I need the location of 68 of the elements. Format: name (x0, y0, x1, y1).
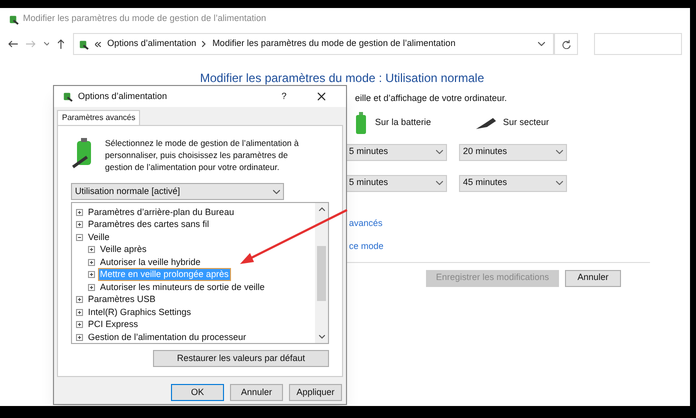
tree-item[interactable]: PCI Express (87, 319, 140, 330)
scroll-down-icon[interactable] (318, 335, 324, 339)
refresh-button[interactable] (554, 33, 578, 55)
tree-item[interactable]: Veille (87, 232, 111, 243)
back-arrow-icon[interactable] (8, 40, 18, 48)
expand-icon[interactable] (76, 208, 83, 216)
window-title: Modifier les paramètres du mode de gestion de l’alimentation (23, 12, 266, 26)
tree-item[interactable]: Autoriser la veille hybride (99, 256, 202, 268)
action-button[interactable]: Annuler (565, 270, 621, 286)
expand-icon[interactable] (76, 296, 83, 304)
column-header: Sur la batterie (375, 116, 432, 129)
page-heading: Modifier les paramètres du mode : Utilisation normale (200, 70, 486, 87)
restore-defaults-button[interactable]: Restaurer les valeurs par défaut (153, 350, 329, 367)
scrollbar-thumb[interactable] (317, 246, 326, 301)
tree-item[interactable]: Autoriser les minuteurs de sortie de veille (99, 282, 266, 293)
chevron-right-icon (202, 41, 206, 47)
minutes-dropdown[interactable]: 20 minutes (459, 144, 567, 160)
expand-icon[interactable] (76, 321, 83, 328)
column-header: Sur secteur (503, 116, 550, 129)
minutes-dropdown[interactable]: 5 minutes (345, 144, 447, 160)
expand-icon[interactable] (76, 334, 83, 341)
expand-icon[interactable] (76, 308, 83, 316)
search-field[interactable] (594, 33, 682, 55)
tree-item[interactable]: Veille après (99, 244, 148, 256)
power-options-icon (8, 14, 19, 24)
expand-icon[interactable] (88, 271, 95, 278)
link[interactable]: avancés (349, 218, 383, 228)
tree-item[interactable]: Paramètres USB (87, 294, 157, 306)
dropdown-caret-icon (556, 181, 563, 185)
dropdown-caret-icon[interactable] (538, 42, 546, 46)
link[interactable]: ce mode (349, 241, 384, 251)
power-options-icon (78, 38, 90, 50)
expand-icon[interactable] (88, 284, 95, 291)
tree-item[interactable]: Paramètres des cartes sans fil (87, 219, 210, 230)
scroll-up-icon[interactable] (318, 207, 324, 211)
breadcrumb[interactable]: Modifier les paramètres du mode de gestion de l’alimentation (212, 37, 532, 51)
dropdown-caret-icon (436, 181, 443, 185)
tab[interactable]: Paramètres avancés (57, 110, 140, 125)
dropdown-caret-icon (273, 190, 280, 194)
breadcrumb[interactable]: Options d’alimentation (107, 37, 196, 51)
dialog-button[interactable]: Annuler (230, 384, 283, 401)
dialog-button[interactable]: Appliquer (289, 384, 342, 401)
expand-icon[interactable] (88, 246, 95, 254)
chevrons-left-icon (95, 42, 102, 46)
dialog-button[interactable]: OK (171, 384, 224, 401)
expand-icon[interactable] (76, 221, 83, 228)
tree-item[interactable]: Gestion de l’alimentation du processeur (87, 332, 248, 343)
minutes-dropdown[interactable]: 5 minutes (345, 174, 447, 192)
expand-icon[interactable] (88, 258, 95, 266)
refresh-icon (562, 40, 571, 48)
collapse-icon[interactable] (76, 234, 83, 241)
dropdown-caret-icon (436, 150, 443, 154)
intro-text: Sélectionnez le mode de gestion de l’alimentation à personnaliser, puis choisissez les paramètres de gestion de l’alimentation pour votre ordinateur. (105, 137, 300, 173)
dialog-title: Options d’alimentation (78, 90, 168, 103)
up-arrow-icon[interactable] (57, 39, 66, 49)
dropdown-caret-icon[interactable] (44, 42, 50, 46)
battery-icon (355, 112, 367, 134)
plan-dropdown[interactable]: Utilisation normale [activé] (71, 183, 284, 200)
close-icon[interactable] (317, 92, 326, 101)
help-button[interactable]: ? (274, 90, 294, 104)
scrollbar[interactable] (315, 203, 328, 343)
tree-item[interactable]: Paramètres d’arrière-plan du Bureau (87, 206, 236, 218)
tree-item[interactable]: Intel(R) Graphics Settings (87, 306, 192, 318)
power-options-icon (62, 91, 73, 102)
minutes-dropdown[interactable]: 45 minutes (459, 174, 567, 192)
dropdown-caret-icon (556, 150, 563, 154)
address-bar[interactable]: Options d’alimentation Modifier les paramètres du mode de gestion de l’alimentation (73, 33, 554, 55)
description-text: eille et d’affichage de votre ordinateur. (355, 93, 507, 103)
